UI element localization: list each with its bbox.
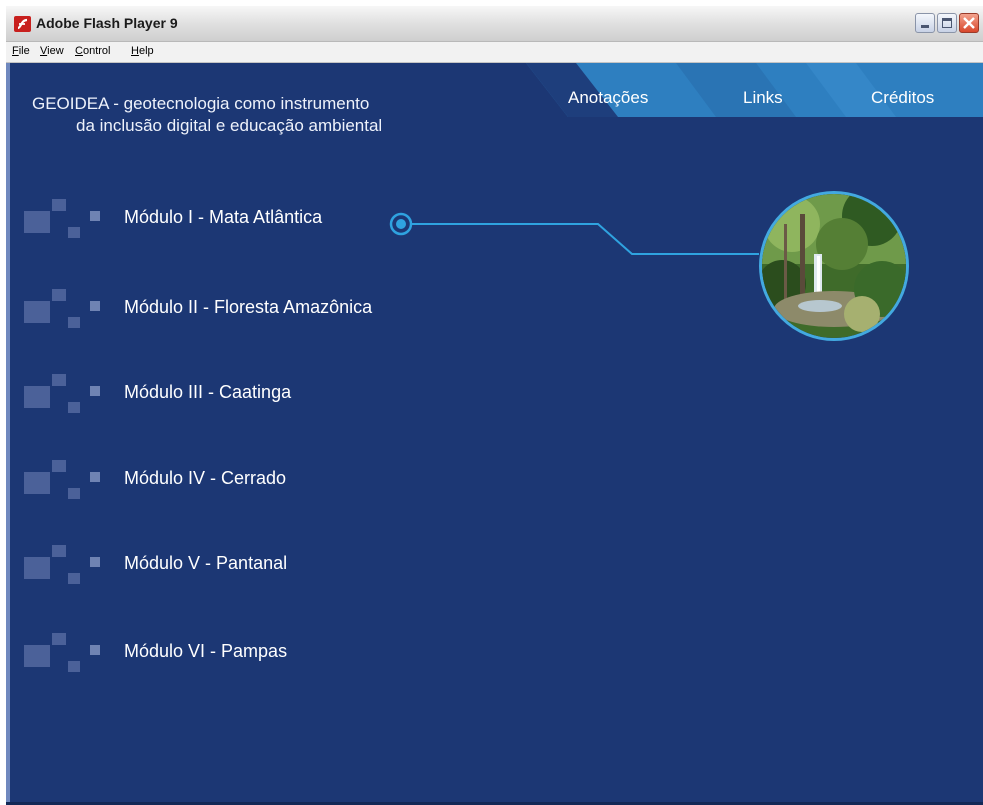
flash-stage: Anotações Links Créditos GEOIDEA - geote… bbox=[6, 63, 983, 805]
flash-player-window: Adobe Flash Player 9 File View Control H… bbox=[6, 6, 983, 805]
flash-player-icon bbox=[14, 16, 31, 32]
close-icon[interactable] bbox=[959, 13, 979, 33]
menu-help[interactable]: Help bbox=[131, 45, 154, 57]
maximize-icon[interactable] bbox=[937, 13, 957, 33]
module-preview-photo bbox=[759, 191, 909, 341]
selection-connector bbox=[389, 212, 759, 255]
title-bar[interactable]: Adobe Flash Player 9 bbox=[6, 6, 983, 42]
minimize-icon[interactable] bbox=[915, 13, 935, 33]
selection-dot-icon bbox=[396, 219, 406, 229]
menu-file[interactable]: File bbox=[12, 45, 30, 57]
menu-bar: File View Control Help bbox=[6, 42, 983, 63]
menu-control[interactable]: Control bbox=[75, 45, 110, 57]
menu-view[interactable]: View bbox=[40, 45, 64, 57]
window-title: Adobe Flash Player 9 bbox=[36, 15, 178, 31]
